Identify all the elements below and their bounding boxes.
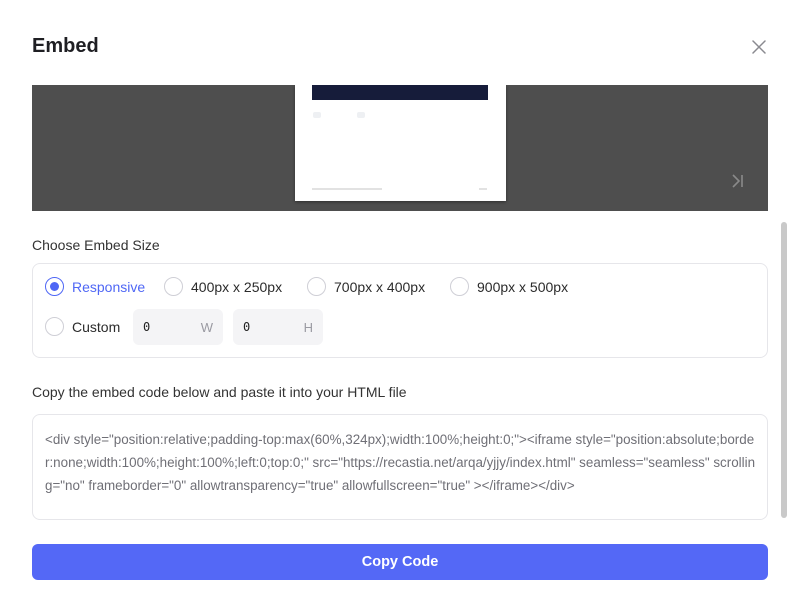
radio-responsive[interactable]: Responsive — [45, 277, 145, 296]
custom-width-field[interactable]: W — [133, 309, 223, 345]
embed-preview — [32, 85, 768, 211]
custom-width-input[interactable] — [143, 320, 197, 334]
modal-title: Embed — [32, 35, 99, 57]
radio-button[interactable] — [450, 277, 469, 296]
skip-to-last-icon[interactable] — [730, 173, 746, 189]
preview-mark — [357, 112, 365, 118]
embed-size-label: Choose Embed Size — [32, 237, 160, 253]
radio-700x400[interactable]: 700px x 400px — [307, 277, 425, 296]
radio-900x500[interactable]: 900px x 500px — [450, 277, 568, 296]
radio-button[interactable] — [164, 277, 183, 296]
preview-footer-text — [312, 188, 382, 190]
scrollbar-thumb[interactable] — [781, 222, 787, 518]
radio-button[interactable] — [307, 277, 326, 296]
width-unit-label: W — [200, 319, 213, 335]
preview-mark — [313, 112, 321, 118]
radio-label: 400px x 250px — [191, 278, 283, 295]
embed-code-textarea[interactable]: <div style="position:relative;padding-to… — [32, 414, 768, 520]
preview-page-thumbnail — [295, 85, 506, 201]
radio-button[interactable] — [45, 317, 64, 336]
custom-height-field[interactable]: H — [233, 309, 323, 345]
radio-custom[interactable]: Custom — [45, 317, 120, 336]
radio-button[interactable] — [45, 277, 64, 296]
custom-height-input[interactable] — [243, 320, 297, 334]
radio-label: Custom — [72, 318, 121, 335]
embed-modal: Embed Choose Embed Size Responsive 400px… — [0, 0, 800, 612]
close-icon[interactable] — [749, 37, 769, 57]
radio-label: Responsive — [72, 278, 146, 295]
preview-banner — [312, 85, 488, 100]
copy-code-button[interactable]: Copy Code — [32, 544, 768, 580]
radio-label: 700px x 400px — [334, 278, 426, 295]
preview-page-number — [479, 188, 487, 190]
radio-400x250[interactable]: 400px x 250px — [164, 277, 282, 296]
embed-code-label: Copy the embed code below and paste it i… — [32, 384, 407, 400]
height-unit-label: H — [303, 319, 313, 335]
radio-label: 900px x 500px — [477, 278, 569, 295]
